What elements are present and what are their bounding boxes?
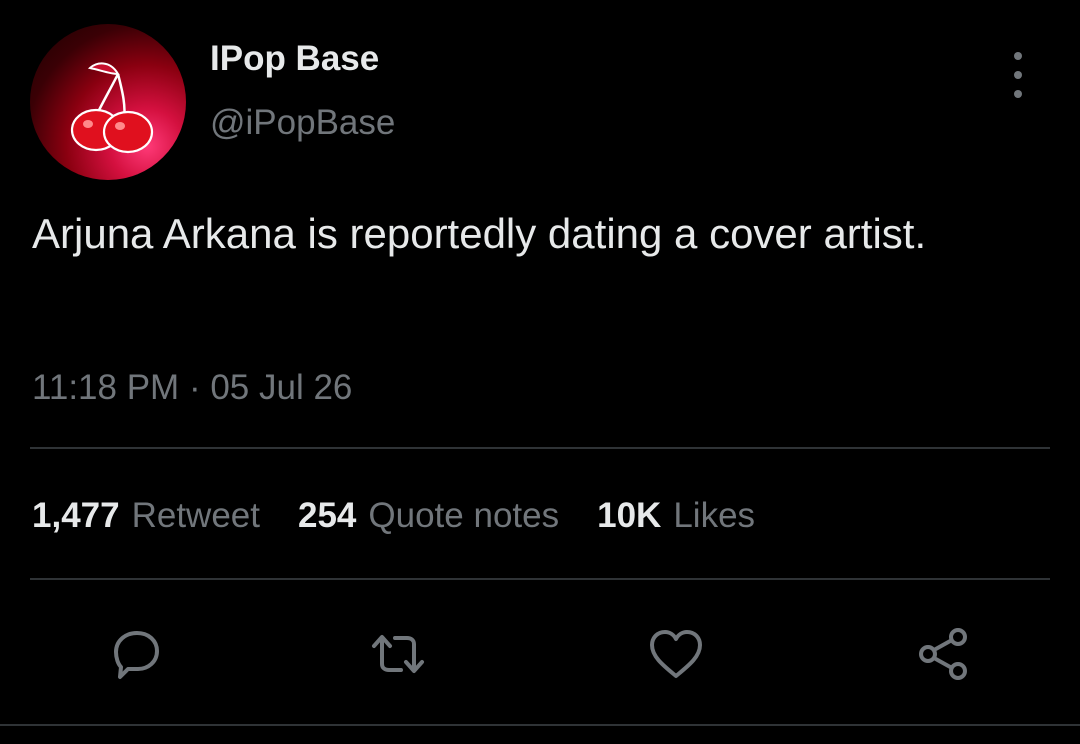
more-dot-icon <box>1014 52 1022 60</box>
like-button[interactable] <box>646 624 706 684</box>
more-options-button[interactable] <box>1000 52 1036 98</box>
share-nodes-icon <box>919 628 967 680</box>
retweet-count: 1,477 <box>32 496 120 535</box>
divider <box>0 724 1080 726</box>
user-handle[interactable]: @iPopBase <box>210 102 395 144</box>
divider <box>30 578 1050 580</box>
tweet-stats: 1,477 Retweet 254 Quote notes 10K Likes <box>32 494 793 538</box>
speech-bubble-icon <box>114 631 159 679</box>
timestamp-separator: · <box>188 368 201 407</box>
like-count: 10K <box>597 496 662 535</box>
retweet-count-link[interactable]: 1,477 Retweet <box>32 494 260 538</box>
like-count-link[interactable]: 10K Likes <box>597 494 755 538</box>
divider <box>30 447 1050 449</box>
quote-count: 254 <box>298 496 357 535</box>
heart-icon <box>650 630 702 678</box>
quote-label: Quote notes <box>368 496 560 535</box>
more-dot-icon <box>1014 90 1022 98</box>
tweet-text: Arjuna Arkana is reportedly dating a cov… <box>32 210 927 257</box>
tweet-timestamp[interactable]: 11:18 PM · 05 Jul 26 <box>32 366 352 410</box>
quote-count-link[interactable]: 254 Quote notes <box>298 494 559 538</box>
share-button[interactable] <box>914 624 974 684</box>
like-label: Likes <box>673 496 756 535</box>
retweet-label: Retweet <box>131 496 260 535</box>
tweet-time: 11:18 PM <box>32 368 180 407</box>
avatar[interactable] <box>30 24 186 180</box>
retweet-button[interactable] <box>368 624 428 684</box>
tweet-date: 05 Jul 26 <box>210 368 353 407</box>
more-dot-icon <box>1014 71 1022 79</box>
reply-button[interactable] <box>106 624 166 684</box>
cherry-icon <box>70 62 154 154</box>
display-name[interactable]: IPop Base <box>210 38 379 80</box>
retweet-arrows-icon <box>372 635 424 673</box>
